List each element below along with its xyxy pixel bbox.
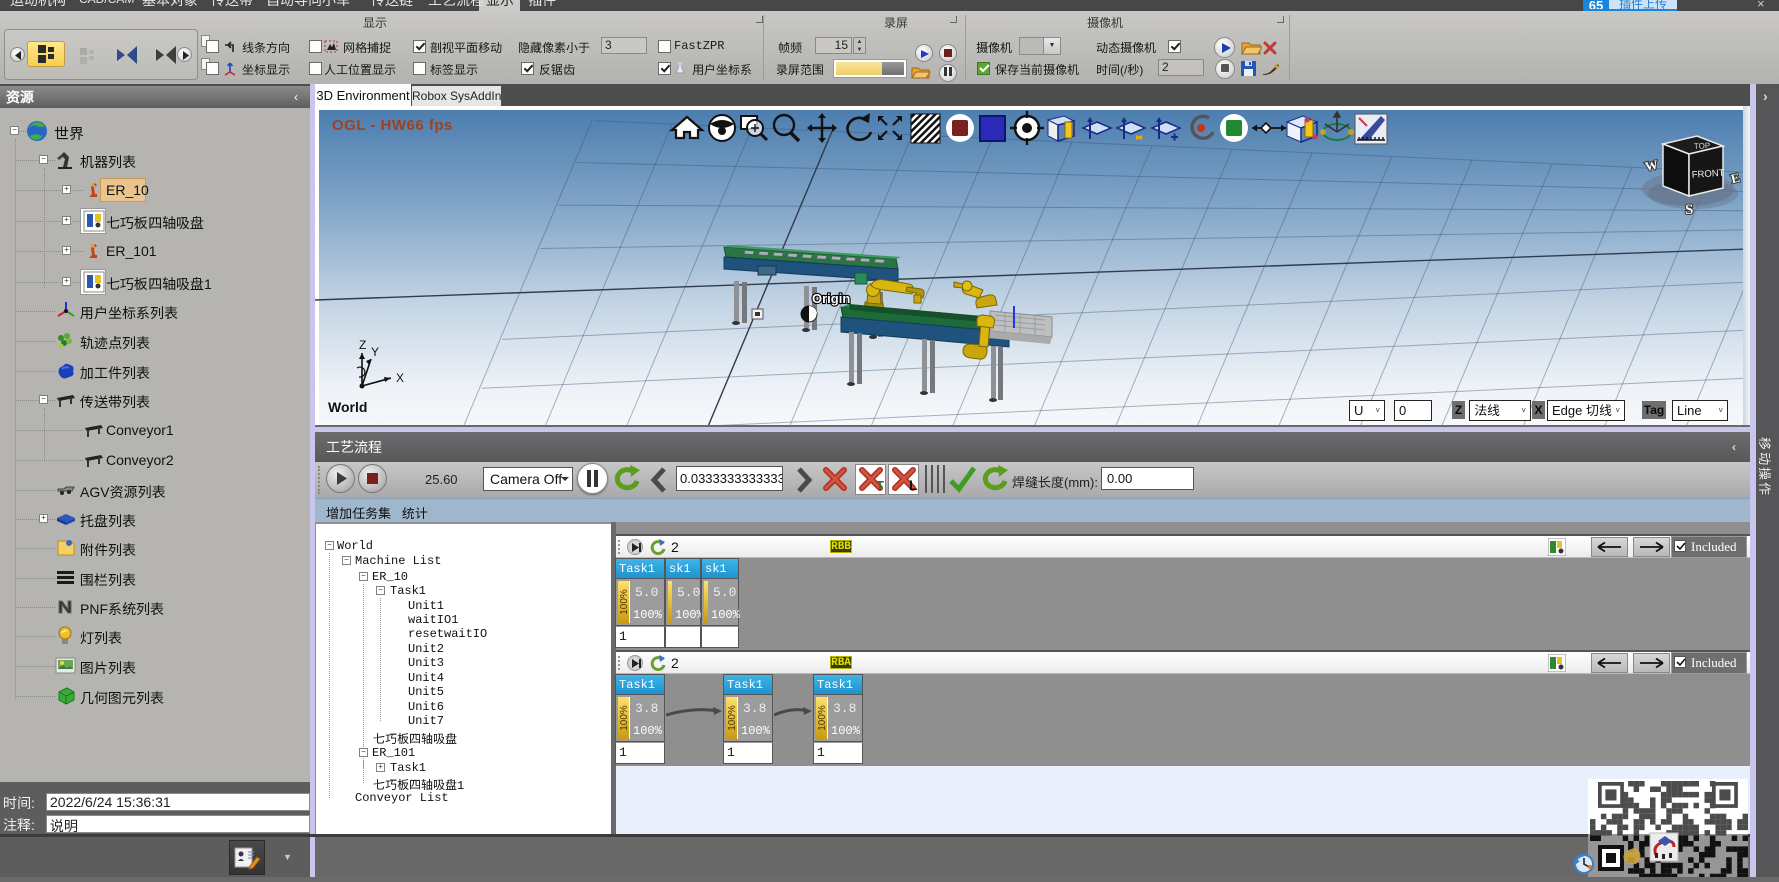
svg-text:S: S	[1685, 202, 1693, 218]
svg-text:FRONT: FRONT	[1691, 168, 1725, 181]
svg-text:Y: Y	[371, 345, 379, 359]
svg-text:Z: Z	[359, 338, 366, 352]
svg-text:Origin: Origin	[812, 291, 850, 306]
svg-text:W: W	[1643, 157, 1659, 174]
svg-text:World: World	[328, 399, 367, 415]
svg-text:X: X	[396, 371, 404, 385]
svg-text:TOP: TOP	[1694, 141, 1711, 151]
